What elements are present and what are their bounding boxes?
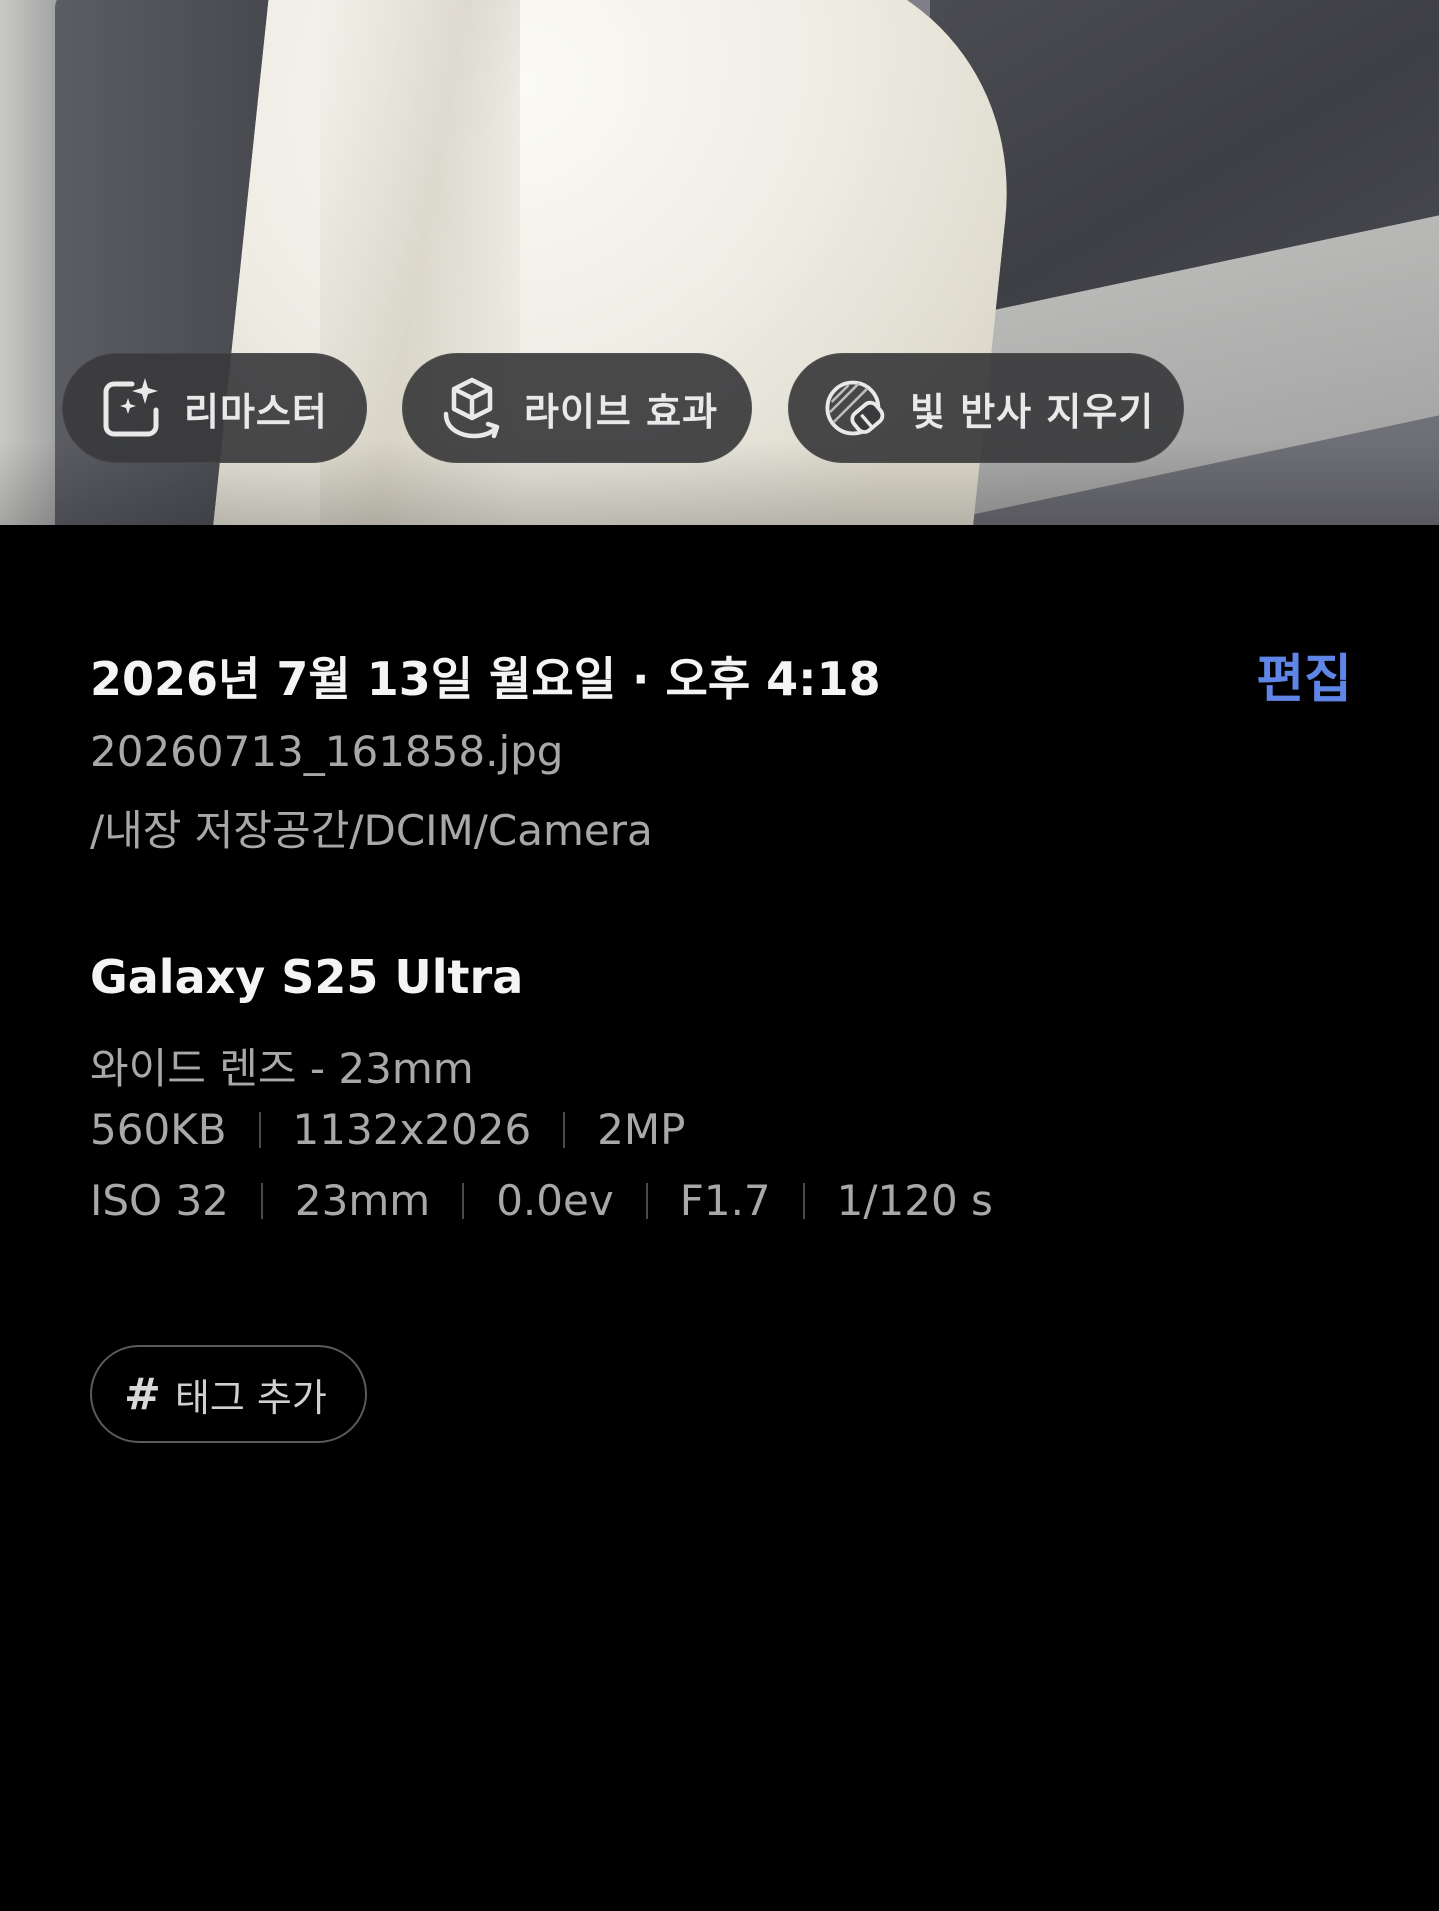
shutter-speed: 1/120 s [836, 1176, 993, 1225]
erase-reflection-label: 빛 반사 지우기 [910, 389, 1155, 434]
megapixels: 2MP [597, 1105, 686, 1154]
remaster-label: 리마스터 [184, 389, 328, 434]
file-meta-row: 560KB 1132x2026 2MP [90, 1105, 685, 1154]
exif-meta-row: ISO 32 23mm 0.0ev F1.7 1/120 s [90, 1176, 993, 1225]
aperture: F1.7 [679, 1176, 771, 1225]
live-effect-button[interactable]: 라이브 효과 [402, 353, 752, 463]
meta-divider [258, 1111, 261, 1148]
erase-reflection-button[interactable]: 빛 반사 지우기 [788, 353, 1184, 463]
meta-divider [563, 1111, 566, 1148]
add-tag-button[interactable]: # 태그 추가 [90, 1345, 367, 1443]
meta-divider [462, 1182, 465, 1219]
iso-value: ISO 32 [90, 1176, 229, 1225]
cube-rotate-icon [438, 374, 506, 442]
add-tag-label: 태그 추가 [174, 1375, 327, 1420]
meta-divider [802, 1182, 805, 1219]
edit-details-button[interactable]: 편집 [1256, 637, 1352, 712]
capture-datetime: 2026년 7월 13일 월요일 · 오후 4:18 [90, 652, 881, 706]
hashtag-icon: # [124, 1368, 161, 1420]
image-resolution: 1132x2026 [292, 1105, 532, 1154]
exposure-value: 0.0ev [496, 1176, 614, 1225]
file-name: 20260713_161858.jpg [90, 727, 564, 776]
file-path[interactable]: /내장 저장공간/DCIM/Camera [90, 797, 653, 858]
date-row: 2026년 7월 13일 월요일 · 오후 4:18 편집 [90, 643, 1352, 713]
meta-divider [645, 1182, 648, 1219]
meta-divider [260, 1182, 263, 1219]
device-name: Galaxy S25 Ultra [90, 950, 524, 1004]
photo-preview[interactable]: 리마스터 라이브 효과 빛 반사 지우기 [0, 0, 1439, 525]
lens-info: 와이드 렌즈 - 23mm [90, 1044, 474, 1093]
photo-details-screen: 리마스터 라이브 효과 빛 반사 지우기 2026년 7월 13일 월요일 · … [0, 0, 1439, 1911]
live-effect-label: 라이브 효과 [524, 389, 719, 434]
file-size: 560KB [90, 1105, 227, 1154]
remaster-button[interactable]: 리마스터 [62, 353, 367, 463]
focal-length: 23mm [294, 1176, 431, 1225]
eraser-reflection-icon [824, 374, 892, 442]
remaster-sparkle-icon [98, 374, 166, 442]
